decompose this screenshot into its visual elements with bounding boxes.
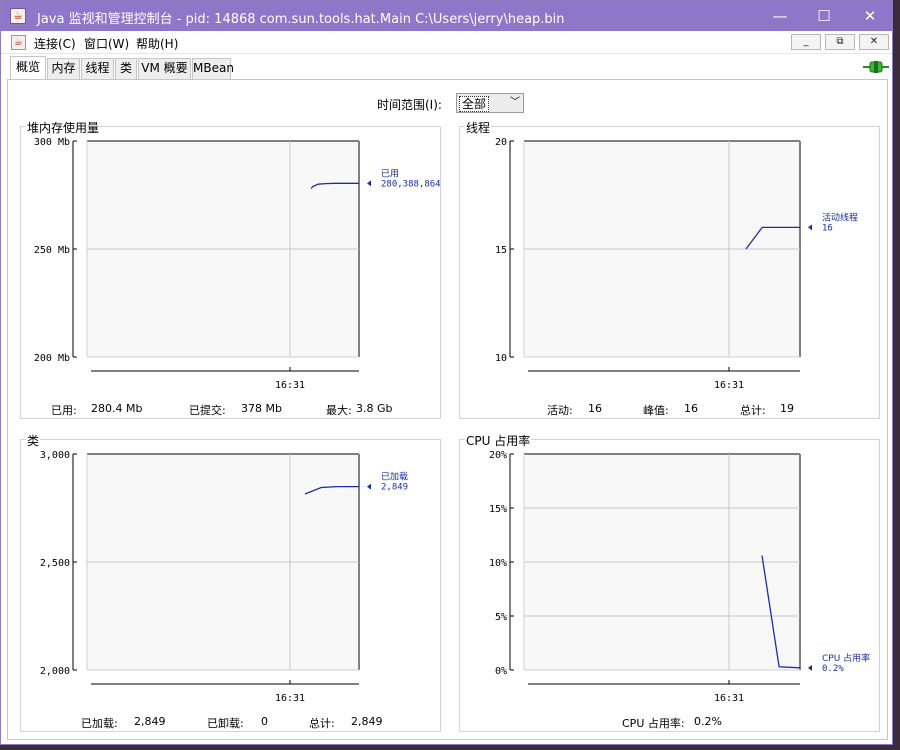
minimize-button[interactable]: — [757, 1, 803, 31]
heap-stats: 已用: 280.4 Mb 已提交: 378 Mb 最大: 3.8 Gb [21, 402, 440, 417]
stat-value: 0.2% [694, 715, 722, 728]
stat-value: 16 [684, 402, 698, 415]
y-tick-label: 2,000 [40, 666, 70, 677]
close-button[interactable]: ✕ [847, 1, 893, 31]
classes-panel: 类 2,000 2,500 3,000 16:31 已加载 2,849 已加载: 2,84… [20, 432, 441, 732]
cpu-usage-chart: 0% 5% 10% 15% 20% 16:31 CPU 占用率0.2% [489, 450, 870, 704]
window-title: Java 监视和管理控制台 - pid: 14868 com.sun.tools… [37, 12, 565, 27]
stat-label: 峰值: [643, 404, 669, 417]
stat-value: 280.4 Mb [91, 402, 143, 415]
tab-bar: 概览 内存 线程 类 VM 概要 MBean [1, 55, 892, 79]
x-tick-label: 16:31 [275, 380, 305, 391]
y-tick-label: 0% [495, 666, 507, 677]
series-value-label: 2,849 [381, 483, 408, 493]
stat-value: 16 [588, 402, 602, 415]
cpu-stats: CPU 占用率: 0.2% [460, 715, 879, 730]
tab-mbean[interactable]: MBean [192, 58, 234, 79]
classes-stats: 已加载: 2,849 已卸载: 0 总计: 2,849 [21, 715, 440, 730]
y-tick-label: 2,500 [40, 558, 70, 569]
java-cup-icon[interactable]: ☕ [11, 35, 26, 50]
app-window: ☕ Java 监视和管理控制台 - pid: 14868 com.sun.too… [0, 0, 893, 745]
cpu-usage-panel: CPU 占用率 0% 5% 10% 15% 20% 16:31 CPU 占用率 0.2% CP… [459, 432, 880, 732]
overview-content: 时间范围(I): 全部 ﹀ 堆内存使用量 200 Mb 250 Mb 300 Mb 1… [7, 79, 888, 740]
stat-label: 总计: [309, 717, 335, 730]
stat-label: 最大: [326, 404, 352, 417]
y-tick-label: 15 [495, 245, 507, 256]
tab-classes[interactable]: 类 [115, 58, 137, 79]
threads-stats: 活动: 16 峰值: 16 总计: 19 [460, 402, 879, 417]
time-range-value: 全部 [459, 96, 490, 112]
y-tick-label: 10% [489, 558, 507, 569]
series-value-label: 16 [822, 223, 833, 233]
stat-label: 已提交: [189, 404, 226, 417]
stat-label: 活动: [547, 404, 573, 417]
y-tick-label: 15% [489, 504, 507, 515]
tab-vm-summary[interactable]: VM 概要 [138, 58, 191, 79]
stat-value: 19 [780, 402, 794, 415]
y-tick-label: 10 [495, 353, 507, 364]
heap-memory-chart: 200 Mb 250 Mb 300 Mb 16:31 已用280,388,864 [34, 137, 441, 391]
tab-memory[interactable]: 内存 [47, 58, 80, 79]
y-tick-label: 300 Mb [34, 137, 70, 148]
connection-plug-icon [863, 61, 889, 73]
stat-value: 378 Mb [241, 402, 282, 415]
stat-value: 2,849 [134, 715, 166, 728]
y-tick-label: 250 Mb [34, 245, 70, 256]
y-tick-label: 20% [489, 450, 507, 461]
title-bar[interactable]: ☕ Java 监视和管理控制台 - pid: 14868 com.sun.too… [1, 1, 892, 31]
menu-bar: ☕ 连接(C) 窗口(W) 帮助(H) _ ⧉ ✕ [1, 31, 892, 54]
menu-window[interactable]: 窗口(W) [84, 35, 129, 52]
classes-chart: 2,000 2,500 3,000 16:31 已加载2,849 [40, 450, 408, 704]
heap-memory-panel: 堆内存使用量 200 Mb 250 Mb 300 Mb 16:31 已用 280,388,… [20, 119, 441, 419]
stat-label: 已卸载: [207, 717, 244, 730]
series-marker [808, 224, 812, 231]
menu-help[interactable]: 帮助(H) [136, 35, 178, 52]
series-name-label: 已用 [381, 168, 399, 179]
time-range-select[interactable]: 全部 ﹀ [456, 93, 524, 113]
x-tick-label: 16:31 [275, 693, 305, 704]
x-tick-label: 16:31 [714, 380, 744, 391]
series-marker [808, 664, 812, 671]
time-range-label: 时间范围(I): [377, 98, 442, 112]
inner-restore-button[interactable]: ⧉ [825, 34, 855, 50]
series-value-label: 0.2% [822, 664, 844, 674]
menu-connect[interactable]: 连接(C) [34, 35, 76, 52]
stat-value: 2,849 [351, 715, 383, 728]
stat-label: 总计: [740, 404, 766, 417]
inner-minimize-button[interactable]: _ [791, 34, 821, 50]
y-tick-label: 200 Mb [34, 353, 70, 364]
java-cup-icon[interactable]: ☕ [10, 8, 26, 24]
stat-value: 0 [261, 715, 268, 728]
y-tick-label: 20 [495, 137, 507, 148]
y-tick-label: 5% [495, 612, 507, 623]
series-name-label: CPU 占用率 [822, 652, 870, 664]
tab-threads[interactable]: 线程 [81, 58, 114, 79]
stat-label: CPU 占用率: [622, 717, 685, 730]
threads-panel: 线程 10 15 20 16:31 活动线程 16 活动: 16 峰值: 16 总计: 1… [459, 119, 880, 419]
series-marker [367, 483, 371, 490]
series-name-label: 活动线程 [822, 211, 858, 223]
stat-label: 已用: [51, 404, 77, 417]
y-tick-label: 3,000 [40, 450, 70, 461]
tab-overview[interactable]: 概览 [10, 56, 46, 79]
series-value-label: 280,388,864 [381, 179, 441, 189]
series-marker [367, 180, 371, 187]
threads-chart: 10 15 20 16:31 活动线程16 [495, 137, 858, 391]
series-name-label: 已加载 [381, 471, 408, 483]
x-tick-label: 16:31 [714, 693, 744, 704]
stat-label: 已加载: [81, 717, 118, 730]
chevron-down-icon[interactable]: ﹀ [509, 95, 521, 111]
maximize-button[interactable]: ☐ [801, 1, 847, 31]
stat-value: 3.8 Gb [356, 402, 393, 415]
inner-close-button[interactable]: ✕ [859, 34, 889, 50]
